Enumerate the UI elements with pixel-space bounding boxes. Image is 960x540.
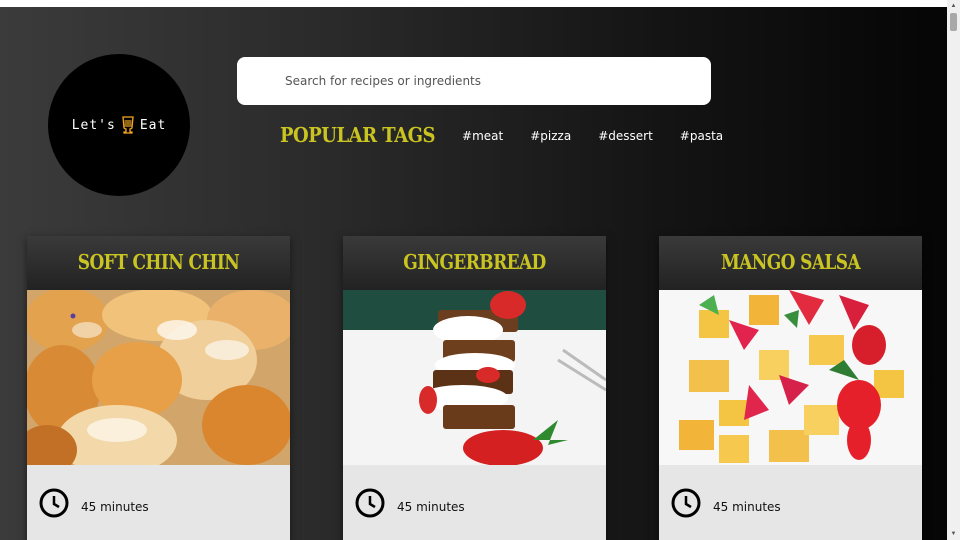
brand-logo[interactable]: Let's Eat	[48, 54, 190, 196]
recipe-card-gingerbread[interactable]: GINGERBREAD 45 minutes	[343, 236, 606, 540]
recipe-time: 45 minutes	[81, 500, 149, 514]
tag-pasta[interactable]: #pasta	[680, 129, 723, 143]
recipe-card-header: SOFT CHIN CHIN	[27, 236, 290, 290]
clock-icon	[39, 488, 69, 518]
clock-icon	[355, 488, 385, 518]
scroll-down-arrow-icon[interactable]: ▼	[949, 530, 958, 538]
recipe-title: SOFT CHIN CHIN	[77, 251, 240, 275]
popular-tags: POPULAR TAGS #meat #pizza #dessert #past…	[280, 123, 723, 148]
tag-meat[interactable]: #meat	[462, 129, 503, 143]
vertical-scrollbar[interactable]	[947, 0, 960, 540]
brand-text-right: Eat	[139, 117, 167, 133]
scrollbar-thumb[interactable]	[950, 13, 957, 31]
tag-dessert[interactable]: #dessert	[598, 129, 653, 143]
recipe-image-chin-chin[interactable]	[27, 290, 290, 465]
recipe-card-header: MANGO SALSA	[659, 236, 922, 290]
recipe-time: 45 minutes	[713, 500, 781, 514]
recipe-title: GINGERBREAD	[403, 251, 546, 275]
recipe-card-soft-chin-chin[interactable]: SOFT CHIN CHIN 45 minutes	[27, 236, 290, 540]
clock-icon	[671, 488, 701, 518]
recipe-card-header: GINGERBREAD	[343, 236, 606, 290]
brand-text-left: Let's	[71, 117, 116, 133]
recipe-image-mango-salsa[interactable]	[659, 290, 922, 465]
recipe-time: 45 minutes	[397, 500, 465, 514]
recipe-image-gingerbread[interactable]	[343, 290, 606, 465]
recipe-title: MANGO SALSA	[720, 251, 861, 275]
recipe-card-mango-salsa[interactable]: MANGO SALSA 45 minutes	[659, 236, 922, 540]
beer-glass-icon	[122, 116, 134, 134]
scroll-up-arrow-icon[interactable]: ▲	[949, 2, 958, 10]
page-background: Let's Eat POPULAR TAGS #meat #pizza #des…	[0, 7, 947, 540]
recipe-meta: 45 minutes	[39, 488, 149, 518]
search-input[interactable]	[237, 57, 711, 105]
recipe-meta: 45 minutes	[355, 488, 465, 518]
tag-pizza[interactable]: #pizza	[530, 129, 571, 143]
recipe-meta: 45 minutes	[671, 488, 781, 518]
popular-tags-title: POPULAR TAGS	[280, 123, 436, 148]
